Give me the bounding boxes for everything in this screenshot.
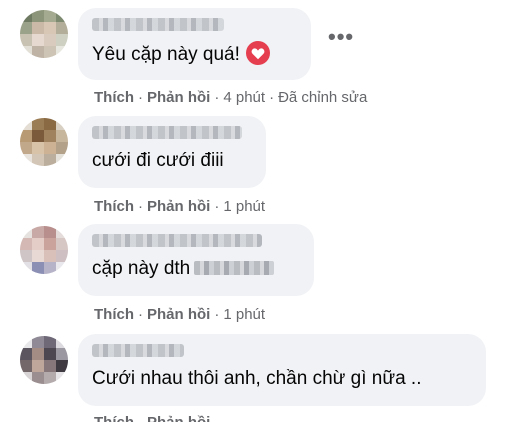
timestamp[interactable]: 1 phút	[223, 198, 265, 215]
comment-item: cưới đi cưới điii Thích · Phản hồi · 1 phút	[0, 110, 523, 218]
comment-bubble: Yêu cặp này quá!	[78, 8, 311, 80]
comment-item: Cưới nhau thôi anh, chần chừ gì nữa .. T…	[0, 328, 523, 422]
author-name-redacted[interactable]	[92, 344, 184, 357]
like-button[interactable]: Thích	[94, 198, 134, 215]
comment-actions: Thích · Phản hồi · 1 phút	[94, 306, 266, 323]
comment-text: Yêu cặp này quá!	[92, 41, 297, 67]
more-options-icon[interactable]: •••	[328, 26, 354, 48]
edited-label: Đã chỉnh sửa	[278, 89, 368, 106]
heart-icon	[245, 41, 270, 65]
comment-item: cặp này dth Thích · Phản hồi · 1 phút	[0, 218, 523, 328]
timestamp[interactable]: 1 phút	[223, 306, 265, 323]
reply-button[interactable]: Phản hồi	[147, 414, 210, 422]
avatar[interactable]	[20, 118, 68, 166]
comment-bubble: cặp này dth	[78, 224, 314, 296]
comment-item: Yêu cặp này quá! ••• Thích · Phản hồi · 4 ph…	[0, 0, 523, 110]
comment-bubble: Cưới nhau thôi anh, chần chừ gì nữa ..	[78, 334, 486, 406]
comment-text: Cưới nhau thôi anh, chần chừ gì nữa ..	[92, 368, 422, 389]
reply-button[interactable]: Phản hồi	[147, 89, 210, 106]
reply-button[interactable]: Phản hồi	[147, 198, 210, 215]
comment-actions: Thích·Phản hồi	[94, 414, 210, 422]
like-button[interactable]: Thích	[94, 414, 134, 422]
author-name-redacted[interactable]	[92, 126, 242, 139]
author-name-redacted[interactable]	[92, 18, 224, 31]
comment-actions: Thích · Phản hồi · 1 phút	[94, 198, 266, 215]
comment-text: cặp này dth	[92, 257, 300, 281]
comment-text: cưới đi cưới điii	[92, 150, 224, 171]
like-button[interactable]: Thích	[94, 89, 134, 106]
reply-button[interactable]: Phản hồi	[147, 306, 210, 323]
author-name-redacted[interactable]	[92, 234, 262, 247]
like-button[interactable]: Thích	[94, 306, 134, 323]
avatar[interactable]	[20, 226, 68, 274]
comment-bubble: cưới đi cưới điii	[78, 116, 266, 188]
comment-actions: Thích · Phản hồi · 4 phút · Đã chỉnh sửa	[94, 89, 368, 106]
avatar[interactable]	[20, 10, 68, 58]
timestamp[interactable]: 4 phút	[223, 89, 265, 106]
redacted-mention	[194, 261, 275, 275]
avatar[interactable]	[20, 336, 68, 384]
